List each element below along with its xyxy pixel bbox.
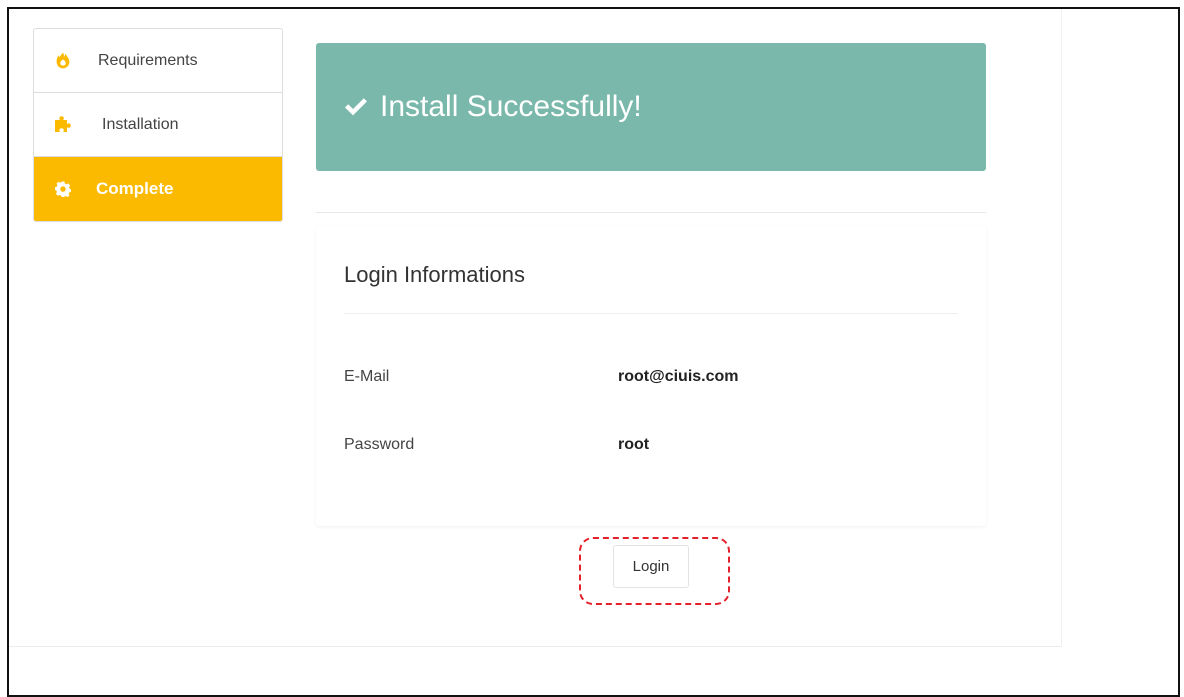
install-steps-sidebar: Requirements Installation Complete (33, 28, 283, 222)
step-label: Requirements (98, 51, 198, 69)
email-value: root@ciuis.com (618, 368, 739, 385)
banner-title: Install Successfully! (380, 90, 642, 123)
password-value: root (618, 436, 650, 453)
email-label: E-Mail (344, 368, 390, 385)
puzzle-icon (52, 114, 74, 136)
page-bottom-border (9, 646, 1061, 647)
page-right-border (1061, 9, 1062, 647)
step-complete[interactable]: Complete (34, 157, 282, 221)
gear-icon (52, 178, 74, 200)
install-success-banner: Install Successfully! (316, 43, 986, 171)
step-label: Installation (102, 115, 179, 133)
step-installation[interactable]: Installation (34, 93, 282, 157)
fire-icon (52, 50, 74, 72)
section-divider (316, 212, 986, 213)
check-icon (342, 93, 370, 121)
card-divider (344, 313, 958, 314)
card-title: Login Informations (344, 262, 525, 287)
password-label: Password (344, 436, 415, 453)
login-button[interactable]: Login (613, 545, 689, 588)
step-requirements[interactable]: Requirements (34, 29, 282, 93)
login-info-card: Login Informations E-Mail root@ciuis.com… (316, 226, 986, 526)
step-label: Complete (96, 179, 174, 198)
